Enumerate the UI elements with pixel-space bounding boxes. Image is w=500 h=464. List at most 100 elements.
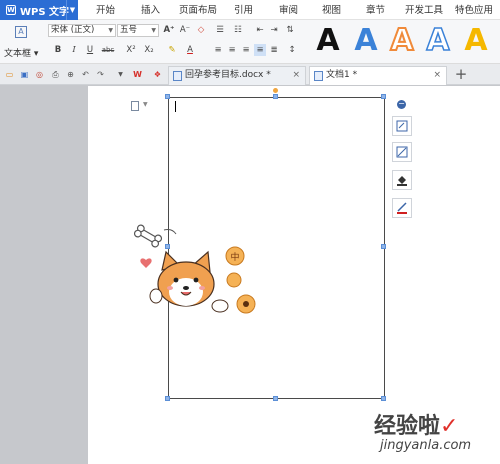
wordart-style-black[interactable]: A [312, 22, 344, 58]
menu-features[interactable]: 特色应用 [455, 0, 493, 20]
font-name-value: 宋体 (正文) [51, 25, 95, 35]
sort-icon[interactable]: ⇅ [284, 24, 296, 36]
align-center-icon[interactable]: ≡ [226, 44, 238, 56]
wordart-style-blue[interactable]: A [350, 22, 382, 58]
save-icon[interactable]: ▣ [19, 69, 30, 80]
word-doc-icon [314, 71, 323, 81]
italic-button[interactable]: I [68, 44, 80, 56]
export-pdf-icon[interactable]: ◎ [34, 69, 45, 80]
collapse-toolbar-icon[interactable]: − [397, 100, 406, 109]
paragraph-layout-dropdown-icon[interactable]: ▼ [143, 101, 148, 108]
tab-label: 文档1 * [326, 70, 358, 80]
open-folder-icon[interactable]: ▭ [4, 69, 15, 80]
wordart-style-orange-outline[interactable]: A [386, 22, 418, 59]
rotate-handle[interactable] [273, 88, 278, 93]
menu-developer[interactable]: 开发工具 [405, 0, 443, 20]
wordart-letter: A [389, 22, 414, 59]
highlight-icon[interactable]: ✎ [166, 44, 178, 56]
corgi-head [157, 250, 215, 307]
resize-handle-top[interactable] [273, 94, 278, 99]
quick-access-dropdown-icon[interactable]: ▼ [115, 69, 126, 80]
pen-outline-icon [397, 202, 407, 214]
wps-logo-icon: W [6, 5, 16, 15]
resize-handle-right[interactable] [381, 244, 386, 249]
heart-icon [140, 258, 152, 268]
decrease-indent-icon[interactable]: ⇤ [254, 24, 266, 36]
shape-style-button[interactable] [392, 142, 412, 162]
layout-options-button[interactable] [392, 116, 412, 136]
textbox-tool-button[interactable]: A 文本框 ▾ [4, 24, 39, 60]
menu-view[interactable]: 视图 [322, 0, 341, 20]
coin-small-icon [226, 272, 242, 288]
numbered-list-icon[interactable]: ☷ [232, 24, 244, 36]
wordart-letter: A [354, 22, 378, 58]
clear-format-icon[interactable]: ◇ [195, 24, 207, 36]
font-size-select[interactable]: 五号 ▼ [117, 24, 159, 37]
font-color-button[interactable]: A [184, 44, 196, 56]
layout-options-icon [396, 120, 408, 132]
ribbon-toolbar: A 文本框 ▾ 宋体 (正文) ▼ 五号 ▼ A⁺ A⁻ ◇ B I U abc X… [0, 20, 500, 64]
bullet-list-icon[interactable]: ☰ [214, 24, 226, 36]
bold-button[interactable]: B [52, 44, 64, 56]
outline-color-button[interactable] [392, 198, 412, 218]
resize-handle-top-right[interactable] [381, 94, 386, 99]
subscript-button[interactable]: X₂ [142, 44, 156, 56]
strikethrough-button[interactable]: abc [100, 44, 116, 56]
shrink-font-button[interactable]: A⁻ [179, 24, 191, 36]
docer-icon[interactable]: ❖ [152, 69, 163, 80]
app-name: WPS 文字 [20, 6, 70, 18]
wordart-letter: A [464, 22, 488, 58]
resize-handle-bottom-right[interactable] [381, 396, 386, 401]
fill-color-button[interactable] [392, 170, 412, 190]
tab-document-reference[interactable]: 回孕参考目标.docx * × [168, 66, 306, 85]
grow-font-button[interactable]: A⁺ [163, 24, 175, 36]
close-tab-icon[interactable]: × [433, 67, 441, 84]
wps-app-button[interactable]: W WPS 文字 ▼ [0, 0, 78, 20]
superscript-button[interactable]: X² [124, 44, 138, 56]
resize-handle-bottom-left[interactable] [165, 396, 170, 401]
watermark-check-icon: ✓ [440, 414, 459, 439]
menu-references[interactable]: 引用 [234, 0, 253, 20]
redo-icon[interactable]: ↷ [95, 69, 106, 80]
menu-home[interactable]: 开始 [96, 0, 115, 20]
resize-handle-bottom[interactable] [273, 396, 278, 401]
underline-button[interactable]: U [84, 44, 96, 56]
left-paw [149, 288, 163, 304]
distribute-icon[interactable]: ≣ [268, 44, 280, 56]
font-name-select[interactable]: 宋体 (正文) ▼ [48, 24, 116, 37]
watermark-text: 经验啦✓ [374, 414, 459, 439]
site-watermark: 经验啦✓ jingyanla.com [374, 408, 496, 460]
increase-indent-icon[interactable]: ⇥ [268, 24, 280, 36]
font-size-dropdown-icon: ▼ [151, 27, 156, 34]
corgi-illustration: 中 [133, 224, 256, 314]
wordart-style-gold[interactable]: A [460, 22, 492, 58]
align-left-icon[interactable]: ≡ [212, 44, 224, 56]
menu-chapter[interactable]: 章节 [366, 0, 385, 20]
menu-page-layout[interactable]: 页面布局 [179, 0, 217, 20]
menu-review[interactable]: 审阅 [279, 0, 298, 20]
close-tab-icon[interactable]: × [292, 67, 300, 84]
app-menu-dropdown-icon[interactable]: ▼ [66, 0, 78, 20]
text-cursor [175, 101, 176, 112]
align-right-icon[interactable]: ≡ [240, 44, 252, 56]
tab-document-1[interactable]: 文档1 * × [309, 66, 447, 85]
undo-icon[interactable]: ↶ [80, 69, 91, 80]
textbox-label: 文本框 ▾ [4, 49, 39, 59]
line-spacing-icon[interactable]: ↕ [286, 44, 298, 56]
tab-label: 回孕参考目标.docx * [185, 70, 271, 80]
document-tab-bar: ▭ ▣ ◎ ⎙ ⊕ ↶ ↷ ▼ W ❖ 回孕参考目标.docx * × 文档1 … [0, 64, 500, 85]
resize-handle-top-left[interactable] [165, 94, 170, 99]
font-size-value: 五号 [120, 25, 138, 35]
wordart-letter: A [316, 22, 340, 58]
textbox-icon: A [15, 26, 27, 38]
paragraph-layout-icon[interactable] [131, 101, 139, 111]
menu-insert[interactable]: 插入 [141, 0, 160, 20]
watermark-url: jingyanla.com [380, 438, 472, 453]
wps-w-icon[interactable]: W [132, 69, 143, 80]
align-justify-icon[interactable]: ≡ [254, 44, 266, 56]
new-tab-button[interactable]: + [454, 64, 468, 85]
print-preview-icon[interactable]: ⊕ [65, 69, 76, 80]
paint-bucket-icon [397, 176, 407, 186]
wordart-style-blue-outline[interactable]: A [422, 22, 454, 59]
print-icon[interactable]: ⎙ [50, 69, 61, 80]
